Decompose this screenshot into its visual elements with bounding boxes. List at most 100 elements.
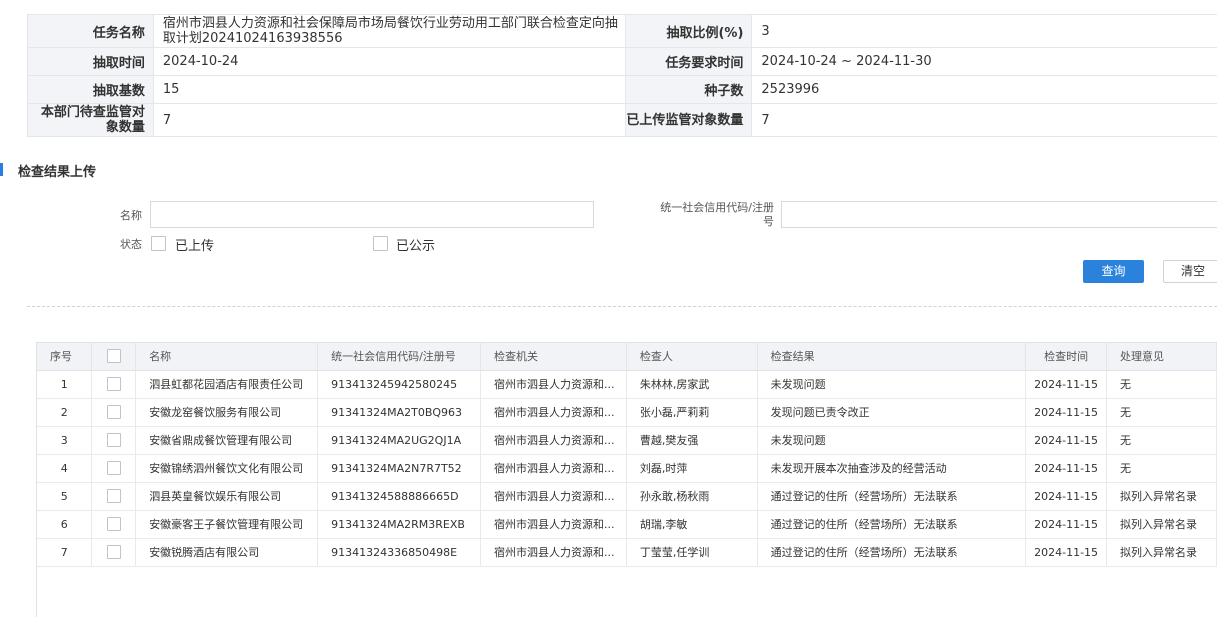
cell-result: 通过登记的住所（经营场所）无法联系: [757, 482, 1027, 511]
row-checkbox[interactable]: [106, 489, 121, 503]
table-row[interactable]: 5 泗县英皇餐饮娱乐有限公司 91341324588886665D 宿州市泗县人力资源…: [37, 482, 1217, 511]
row-checkbox[interactable]: [106, 517, 121, 531]
col-header-select[interactable]: [91, 343, 137, 371]
cell-time: 2024-11-15: [1025, 510, 1108, 539]
table-row[interactable]: 3 安徽省鼎成餐饮管理有限公司 91341324MA2UG2QJ1A 宿州市泗县人力资…: [37, 426, 1217, 455]
cell-index: 2: [37, 398, 93, 427]
name-input[interactable]: [150, 201, 594, 228]
cell-result: 通过登记的住所（经营场所）无法联系: [757, 538, 1027, 567]
cell-select[interactable]: [91, 538, 137, 567]
cell-name: 安徽省鼎成餐饮管理有限公司: [135, 426, 319, 455]
draw-time-label: 抽取时间: [27, 47, 154, 76]
cell-index: 1: [37, 370, 93, 399]
published-checkbox-label[interactable]: 已公示: [396, 235, 435, 254]
cell-select[interactable]: [91, 370, 137, 399]
table-row[interactable]: 7 安徽锐腾酒店有限公司 913413243368504​98E 宿州市泗县人力资源和…: [37, 538, 1217, 567]
uploaded-checkbox[interactable]: [151, 236, 166, 251]
row-checkbox[interactable]: [106, 545, 121, 559]
cell-authority: 宿州市泗县人力资源和...: [480, 398, 627, 427]
cell-inspector: 曹越,樊友强: [626, 426, 758, 455]
clear-button[interactable]: 清空: [1163, 260, 1217, 283]
cell-index: 6: [37, 510, 93, 539]
task-name-label: 任务名称: [27, 14, 154, 48]
cell-opinion: 拟列入异常名录: [1106, 510, 1217, 539]
cell-opinion: 拟列入异常名录: [1106, 538, 1217, 567]
col-header-opinion: 处理意见: [1106, 343, 1217, 371]
table-header-row: 序号 名称 统一社会信用代码/注册号 检查机关 检查人 检查结果 检查时间 处理…: [37, 343, 1217, 371]
uploaded-checkbox-label[interactable]: 已上传: [175, 235, 214, 254]
table-row[interactable]: 2 安徽龙窑餐饮服务有限公司 91341324MA2T0BQ963 宿州市泗县人力资源…: [37, 398, 1217, 427]
col-header-name: 名称: [135, 343, 319, 371]
required-time-label: 任务要求时间: [624, 47, 753, 76]
query-button[interactable]: 查询: [1083, 260, 1144, 283]
section-divider: [27, 306, 1217, 307]
cell-opinion: 无: [1106, 370, 1217, 399]
cell-result: 通过登记的住所（经营场所）无法联系: [757, 510, 1027, 539]
ratio-value: 3: [751, 14, 1217, 48]
cell-inspector: 朱林林,房家武: [626, 370, 758, 399]
cell-authority: 宿州市泗县人力资源和...: [480, 370, 627, 399]
status-label: 状态: [120, 238, 142, 251]
cell-inspector: 刘磊,时萍: [626, 454, 758, 483]
pending-count-value: 7: [152, 103, 626, 137]
col-header-index: 序号: [37, 343, 93, 371]
cell-name: 安徽龙窑餐饮服务有限公司: [135, 398, 319, 427]
cell-credit-code: 91341324MA2T0BQ963: [317, 398, 481, 427]
credit-code-label: 统一社会信用代码/注册号: [660, 201, 774, 228]
uploaded-count-label: 已上传监管对象数量: [624, 103, 753, 137]
cell-select[interactable]: [91, 510, 137, 539]
cell-credit-code: 91341324MA2UG2QJ1A: [317, 426, 481, 455]
cell-select[interactable]: [91, 454, 137, 483]
table-row[interactable]: 6 安徽豪客王子餐饮管理有限公司 91341324MA2RM3REXB 宿州市泗县人力…: [37, 510, 1217, 539]
cell-name: 安徽锐腾酒店有限公司: [135, 538, 319, 567]
section-accent-bar: [0, 163, 3, 176]
col-header-result: 检查结果: [757, 343, 1027, 371]
cell-result: 发现问题已责令改正: [757, 398, 1027, 427]
cell-result: 未发现问题: [757, 426, 1027, 455]
cell-credit-code: 91341324MA2N7R7T52: [317, 454, 481, 483]
cell-select[interactable]: [91, 426, 137, 455]
cell-credit-code: 91341324MA2RM3REXB: [317, 510, 481, 539]
table-row[interactable]: 4 安徽锦绣泗州餐饮文化有限公司 91341324MA2N7R7T52 宿州市泗县人力…: [37, 454, 1217, 483]
table-row[interactable]: 1 泗县虹都花园酒店有限责任公司 913413245942580245 宿州市泗县人力…: [37, 370, 1217, 399]
col-header-credit-code: 统一社会信用代码/注册号: [317, 343, 481, 371]
row-checkbox[interactable]: [106, 461, 121, 475]
cell-name: 安徽锦绣泗州餐饮文化有限公司: [135, 454, 319, 483]
cell-opinion: 无: [1106, 398, 1217, 427]
cell-time: 2024-11-15: [1025, 426, 1108, 455]
base-count-label: 抽取基数: [27, 75, 154, 104]
row-checkbox[interactable]: [106, 377, 121, 391]
cell-authority: 宿州市泗县人力资源和...: [480, 482, 627, 511]
cell-select[interactable]: [91, 398, 137, 427]
cell-inspector: 张小磊,严莉莉: [626, 398, 758, 427]
cell-inspector: 胡瑞,李敏: [626, 510, 758, 539]
seed-value: 2523996: [751, 75, 1217, 104]
col-header-inspector: 检查人: [626, 343, 758, 371]
row-checkbox[interactable]: [106, 405, 121, 419]
col-header-authority: 检查机关: [480, 343, 627, 371]
row-checkbox[interactable]: [106, 433, 121, 447]
name-field-label: 名称: [120, 209, 142, 222]
cell-index: 7: [37, 538, 93, 567]
cell-authority: 宿州市泗县人力资源和...: [480, 538, 627, 567]
published-checkbox[interactable]: [373, 236, 388, 251]
cell-name: 泗县虹都花园酒店有限责任公司: [135, 370, 319, 399]
cell-time: 2024-11-15: [1025, 454, 1108, 483]
seed-label: 种子数: [624, 75, 753, 104]
required-time-value: 2024-10-24 ~ 2024-11-30: [751, 47, 1217, 76]
cell-authority: 宿州市泗县人力资源和...: [480, 510, 627, 539]
cell-index: 5: [37, 482, 93, 511]
select-all-checkbox[interactable]: [106, 349, 121, 364]
cell-select[interactable]: [91, 482, 137, 511]
results-table: 序号 名称 统一社会信用代码/注册号 检查机关 检查人 检查结果 检查时间 处理…: [37, 343, 1217, 567]
cell-opinion: 无: [1106, 454, 1217, 483]
cell-time: 2024-11-15: [1025, 398, 1108, 427]
base-count-value: 15: [152, 75, 626, 104]
cell-index: 3: [37, 426, 93, 455]
results-grid: 序号 名称 统一社会信用代码/注册号 检查机关 检查人 检查结果 检查时间 处理…: [36, 342, 1217, 617]
cell-time: 2024-11-15: [1025, 370, 1108, 399]
cell-result: 未发现开展本次抽查涉及的经营活动: [757, 454, 1027, 483]
task-info-table: 任务名称 宿州市泗县人力资源和社会保障局市场局餐饮行业劳动用工部门联合检查定向抽…: [27, 14, 1217, 137]
cell-credit-code: 913413243368504​98E: [317, 538, 481, 567]
credit-code-input[interactable]: [781, 201, 1217, 228]
